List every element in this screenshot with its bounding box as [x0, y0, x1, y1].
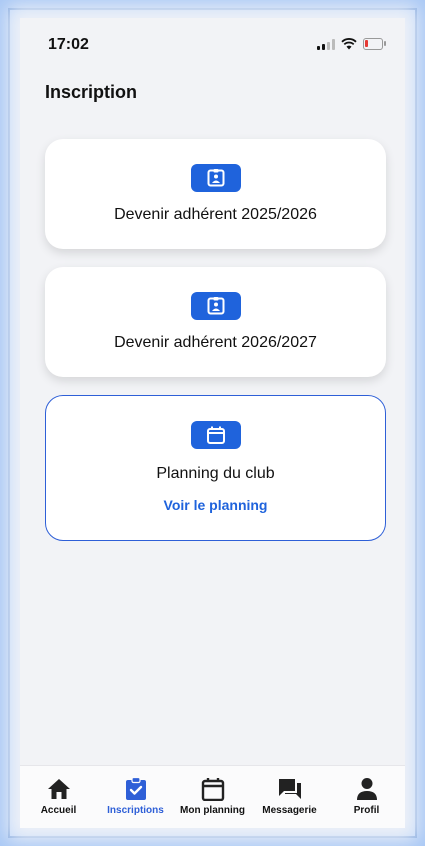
tab-accueil[interactable]: Accueil	[23, 766, 95, 816]
tab-mon-planning[interactable]: Mon planning	[177, 766, 249, 816]
home-icon	[47, 776, 71, 802]
card-label: Devenir adhérent 2025/2026	[114, 206, 317, 223]
badge-icon	[190, 164, 241, 192]
tab-label: Mon planning	[180, 805, 245, 816]
membership-card-2025[interactable]: Devenir adhérent 2025/2026	[45, 139, 386, 249]
status-icons	[317, 38, 386, 50]
status-bar: 17:02	[20, 18, 405, 68]
signal-icon	[317, 38, 335, 50]
card-label: Planning du club	[156, 465, 275, 482]
tab-label: Inscriptions	[107, 805, 164, 816]
tab-label: Messagerie	[262, 805, 317, 816]
calendar-icon	[201, 776, 225, 802]
clipboard-check-icon	[125, 776, 147, 802]
club-planning-card[interactable]: Planning du club Voir le planning	[45, 395, 386, 541]
badge-icon	[190, 292, 241, 320]
person-icon	[356, 776, 378, 802]
page-title: Inscription	[45, 82, 138, 102]
tab-profil[interactable]: Profil	[331, 766, 403, 816]
tab-bar: Accueil Inscriptions Mon planning Messag…	[20, 765, 405, 828]
wifi-icon	[341, 38, 357, 50]
phone-screen: 17:02 Inscription Devenir adhérent 2025/…	[20, 18, 405, 828]
membership-card-2026[interactable]: Devenir adhérent 2026/2027	[45, 267, 386, 377]
view-planning-link[interactable]: Voir le planning	[46, 497, 385, 513]
tab-label: Accueil	[40, 805, 77, 816]
calendar-icon	[190, 421, 241, 449]
battery-icon	[363, 38, 386, 50]
tab-messagerie[interactable]: Messagerie	[254, 766, 326, 816]
tab-inscriptions[interactable]: Inscriptions	[100, 766, 172, 816]
chat-icon	[277, 776, 303, 802]
status-time: 17:02	[48, 36, 89, 53]
tab-label: Profil	[353, 805, 380, 816]
card-label: Devenir adhérent 2026/2027	[114, 334, 317, 351]
